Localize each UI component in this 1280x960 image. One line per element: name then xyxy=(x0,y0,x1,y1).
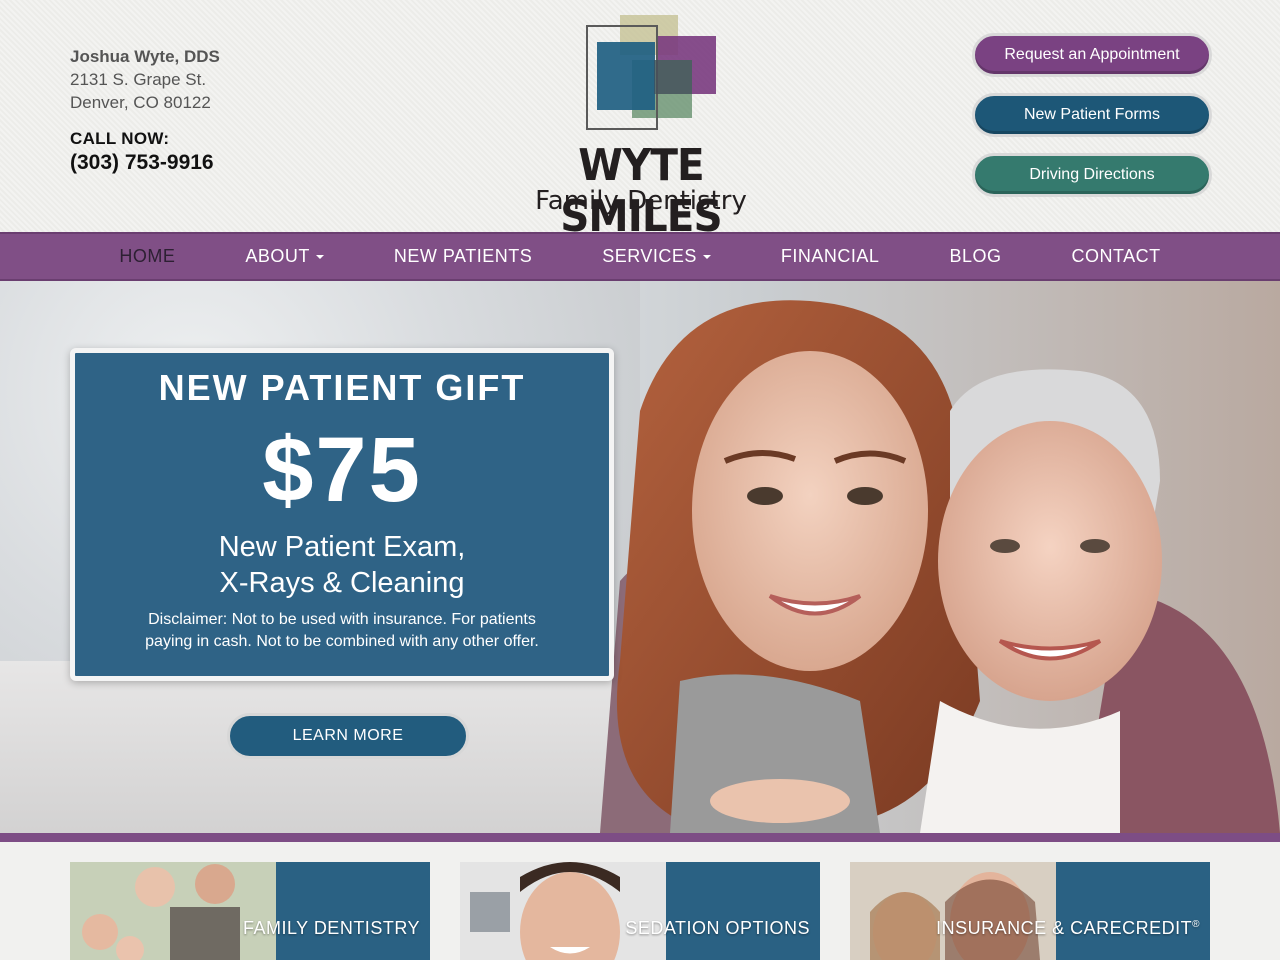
tile-family-dentistry[interactable]: FAMILY DENTISTRY xyxy=(70,862,430,960)
offer-line-1: New Patient Exam, xyxy=(218,531,466,563)
site-header: Joshua Wyte, DDS 2131 S. Grape St. Denve… xyxy=(0,0,1280,242)
learn-more-button[interactable]: LEARN MORE xyxy=(227,713,469,759)
nav-item-blog[interactable]: BLOG xyxy=(914,234,1036,279)
nav-label: SERVICES xyxy=(602,246,697,266)
nav-label: FINANCIAL xyxy=(780,246,880,266)
offer-title: NEW PATIENT GIFT xyxy=(158,367,526,408)
tile-sedation-options[interactable]: SEDATION OPTIONS xyxy=(460,862,820,960)
offer-line-2: X-Rays & Cleaning xyxy=(219,567,465,599)
nav-item-financial[interactable]: FINANCIAL xyxy=(746,234,915,279)
practice-contact: Joshua Wyte, DDS 2131 S. Grape St. Denve… xyxy=(70,45,220,175)
logo-subtitle: Family Dentistry xyxy=(535,186,747,216)
call-now-label: CALL NOW: xyxy=(70,129,170,148)
new-patient-forms-button[interactable]: New Patient Forms xyxy=(972,93,1212,137)
nav-item-about[interactable]: ABOUT xyxy=(210,234,359,279)
main-nav: HOME ABOUT NEW PATIENTS SERVICES FINANCI… xyxy=(0,232,1280,281)
nav-label: ABOUT xyxy=(245,246,310,266)
phone-number[interactable]: (303) 753-9916 xyxy=(70,151,220,175)
nav-item-contact[interactable]: CONTACT xyxy=(1036,234,1195,279)
nav-label: CONTACT xyxy=(1071,246,1161,266)
nav-item-new-patients[interactable]: NEW PATIENTS xyxy=(359,234,567,279)
offer-disclaimer-1: Disclaimer: Not to be used with insuranc… xyxy=(148,611,536,628)
man-smiling-photo xyxy=(460,862,690,960)
driving-directions-button[interactable]: Driving Directions xyxy=(972,153,1212,197)
offer-disclaimer-2: paying in cash. Not to be combined with … xyxy=(145,633,539,650)
mother-daughter-photo xyxy=(850,862,1080,960)
nav-label: NEW PATIENTS xyxy=(393,246,533,266)
family-photo xyxy=(70,862,300,960)
caret-down-icon xyxy=(702,254,711,259)
doctor-name: Joshua Wyte, DDS xyxy=(70,47,220,66)
hero-photo-women-smiling xyxy=(600,300,1280,833)
tile-label: SEDATION OPTIONS xyxy=(625,918,810,938)
nav-item-services[interactable]: SERVICES xyxy=(567,234,746,279)
tile-label-text: INSURANCE & CARECREDIT xyxy=(936,918,1193,938)
new-patient-offer-card: NEW PATIENT GIFT $75 New Patient Exam, X… xyxy=(70,348,614,681)
request-appointment-button[interactable]: Request an Appointment xyxy=(972,33,1212,77)
page: Joshua Wyte, DDS 2131 S. Grape St. Denve… xyxy=(0,0,1280,960)
site-logo[interactable]: WYTE SMILES Family Dentistry xyxy=(500,12,782,242)
offer-price: $75 xyxy=(262,419,422,521)
hero-banner: NEW PATIENT GIFT $75 New Patient Exam, X… xyxy=(0,281,1280,833)
logo-squares-icon xyxy=(586,15,716,130)
nav-label: HOME xyxy=(119,246,176,266)
address-line-2: Denver, CO 80122 xyxy=(70,93,211,112)
nav-label: BLOG xyxy=(949,246,1002,266)
tile-insurance-carecredit[interactable]: INSURANCE & CARECREDIT® xyxy=(850,862,1210,960)
caret-down-icon xyxy=(315,254,324,259)
nav-item-home[interactable]: HOME xyxy=(84,234,210,279)
tile-label: INSURANCE & CARECREDIT® xyxy=(936,918,1200,939)
hero-bottom-bar xyxy=(0,833,1280,842)
tile-label: FAMILY DENTISTRY xyxy=(242,918,420,938)
registered-mark: ® xyxy=(1192,919,1200,930)
address-line-1: 2131 S. Grape St. xyxy=(70,70,207,89)
